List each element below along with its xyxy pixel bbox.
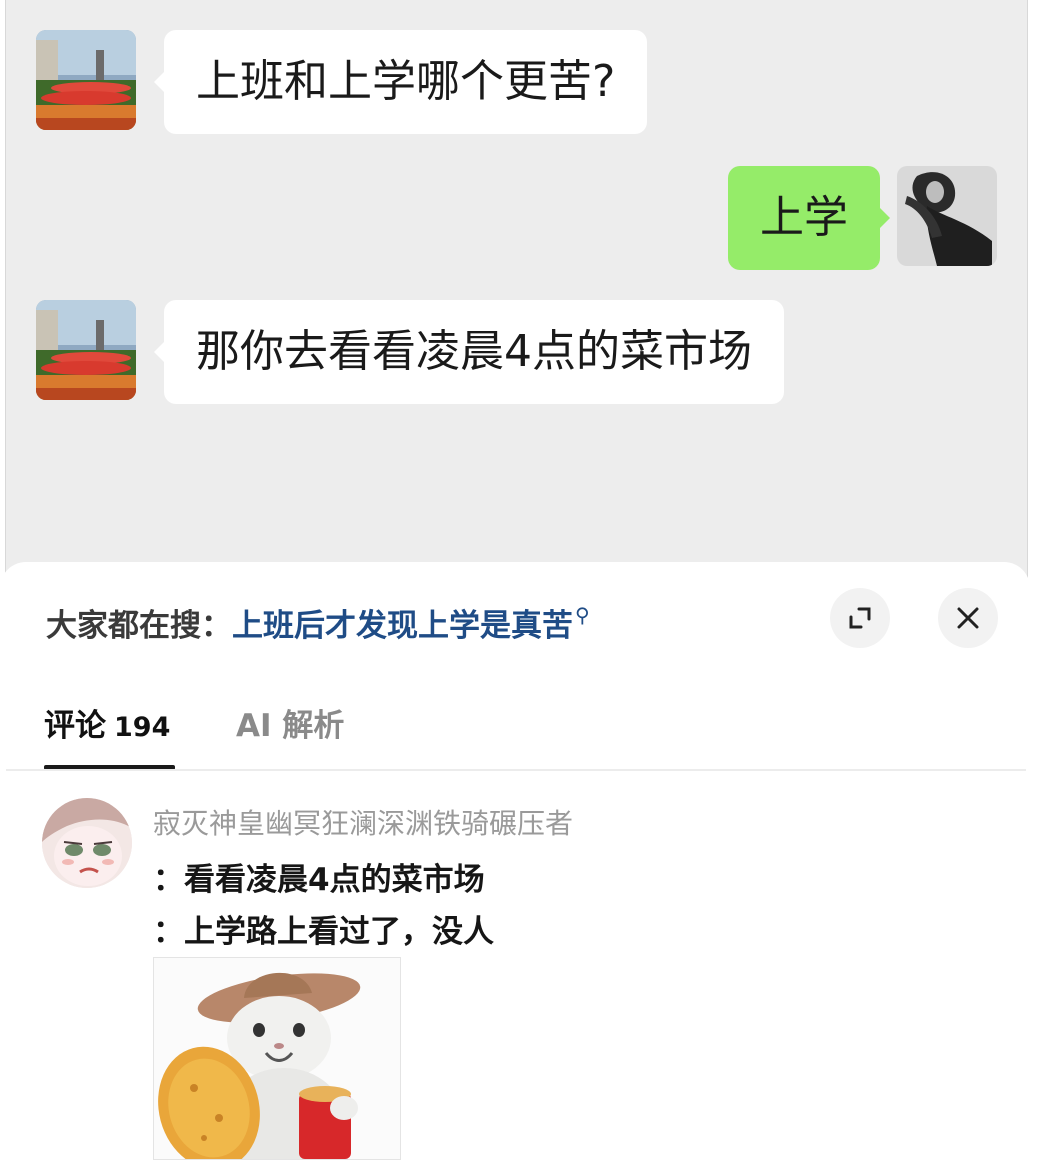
close-button[interactable]: [938, 588, 998, 648]
comment-quote-line: ：看看凌晨4点的菜市场: [153, 862, 485, 898]
chat-screenshot: 上班和上学哪个更苦? 上学 那你去看看凌晨4点的菜市场: [5, 0, 1028, 600]
commenter-username[interactable]: 寂灭神皇幽冥狂澜深渊铁骑碾压者: [153, 802, 573, 842]
divider: [6, 769, 1026, 771]
comment-tabs: 评论 194 AI 解析: [44, 700, 1024, 770]
user-avatar: [897, 166, 997, 266]
contact-avatar: [36, 300, 136, 400]
tab-comments[interactable]: 评论 194: [44, 700, 170, 745]
comment-count: 194: [114, 712, 171, 743]
trending-search-term[interactable]: 上班后才发现上学是真苦: [232, 608, 573, 644]
cat-sticker-image[interactable]: [153, 957, 401, 1160]
expand-icon: [849, 607, 871, 629]
commenter-avatar[interactable]: [42, 798, 132, 888]
tab-ai-analysis[interactable]: AI 解析: [236, 700, 344, 745]
tab-comments-label: 评论: [44, 708, 106, 744]
expand-button[interactable]: [830, 588, 890, 648]
comment-reply-line: ：上学路上看过了，没人: [153, 914, 494, 950]
comment-sheet: 大家都在搜：上班后才发现上学是真苦 ⚲ 评论 194 AI 解析 寂灭神皇幽冥狂…: [0, 562, 1030, 1160]
contact-avatar: [36, 30, 136, 130]
message-bubble-received[interactable]: 上班和上学哪个更苦?: [153, 30, 648, 134]
message-bubble-sent[interactable]: 上学: [728, 166, 890, 270]
close-icon: [957, 607, 979, 629]
message-bubble-received[interactable]: 那你去看看凌晨4点的菜市场: [154, 300, 784, 404]
trending-search-prefix: 大家都在搜：: [46, 608, 232, 644]
magnifier-icon[interactable]: ⚲: [575, 603, 590, 627]
trending-search[interactable]: 大家都在搜：上班后才发现上学是真苦 ⚲: [46, 600, 590, 645]
